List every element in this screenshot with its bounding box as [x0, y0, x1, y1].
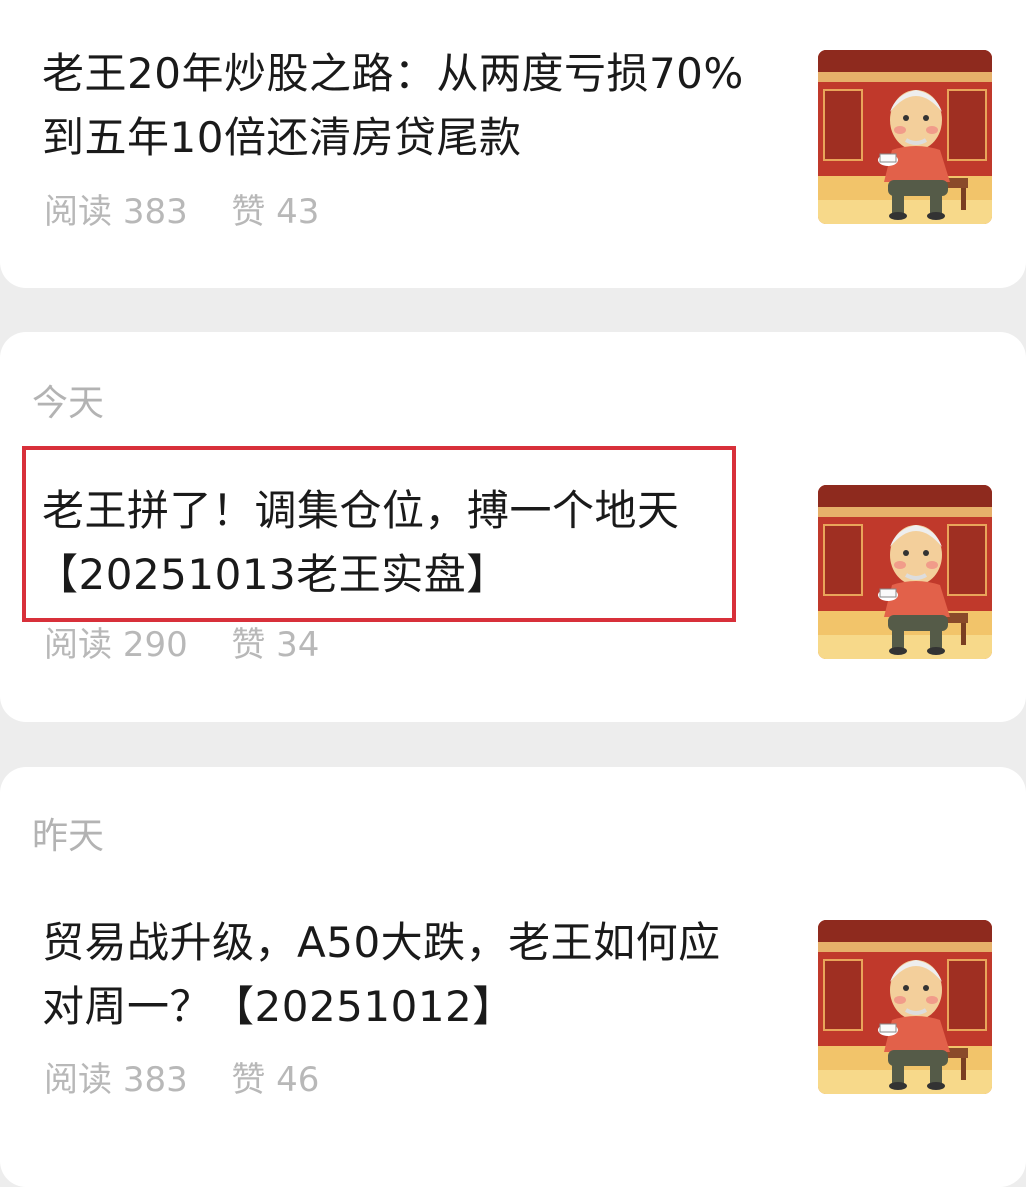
article-thumbnail[interactable]: [818, 485, 992, 659]
date-label: 昨天: [32, 816, 105, 857]
article-title[interactable]: 老王拼了！调集仓位，搏一个地天 【20251013老王实盘】: [36, 479, 794, 607]
article-title-line: 老王拼了！调集仓位，搏一个地天: [42, 486, 680, 535]
read-count: 290: [122, 625, 188, 665]
read-label: 阅读: [44, 1060, 112, 1100]
date-label: 今天: [32, 383, 105, 424]
article-title-line: 【20251013老王实盘】: [36, 550, 509, 599]
old-man-tea-illustration: [818, 50, 992, 224]
article-meta: 阅读 383 赞 43: [44, 195, 319, 229]
old-man-tea-illustration: [818, 485, 992, 659]
article-title-line: 对周一？【20251012】: [42, 982, 515, 1031]
like-count: 43: [276, 192, 320, 232]
article-meta: 阅读 290 赞 34: [44, 628, 319, 662]
article-title[interactable]: 老王20年炒股之路：从两度亏损70% 到五年10倍还清房贷尾款: [42, 42, 794, 170]
article-title-line: 老王20年炒股之路：从两度亏损70%: [42, 49, 744, 98]
read-count: 383: [122, 1060, 188, 1100]
like-label: 赞: [231, 1060, 266, 1100]
like-label: 赞: [231, 625, 266, 665]
read-label: 阅读: [44, 192, 112, 232]
article-card[interactable]: 昨天 贸易战升级，A50大跌，老王如何应 对周一？【20251012】 阅读 3…: [0, 767, 1026, 1187]
like-count: 46: [276, 1060, 320, 1100]
like-label: 赞: [231, 192, 266, 232]
article-thumbnail[interactable]: [818, 50, 992, 224]
article-thumbnail[interactable]: [818, 920, 992, 1094]
article-title-line: 到五年10倍还清房贷尾款: [42, 113, 522, 162]
read-label: 阅读: [44, 625, 112, 665]
article-meta: 阅读 383 赞 46: [44, 1063, 319, 1097]
article-card[interactable]: 今天 老王拼了！调集仓位，搏一个地天 【20251013老王实盘】 阅读 290…: [0, 332, 1026, 722]
read-count: 383: [122, 192, 188, 232]
old-man-tea-illustration: [818, 920, 992, 1094]
article-title[interactable]: 贸易战升级，A50大跌，老王如何应 对周一？【20251012】: [42, 911, 794, 1039]
like-count: 34: [276, 625, 320, 665]
article-card[interactable]: 老王20年炒股之路：从两度亏损70% 到五年10倍还清房贷尾款 阅读 383 赞…: [0, 0, 1026, 288]
article-title-line: 贸易战升级，A50大跌，老王如何应: [42, 918, 721, 967]
